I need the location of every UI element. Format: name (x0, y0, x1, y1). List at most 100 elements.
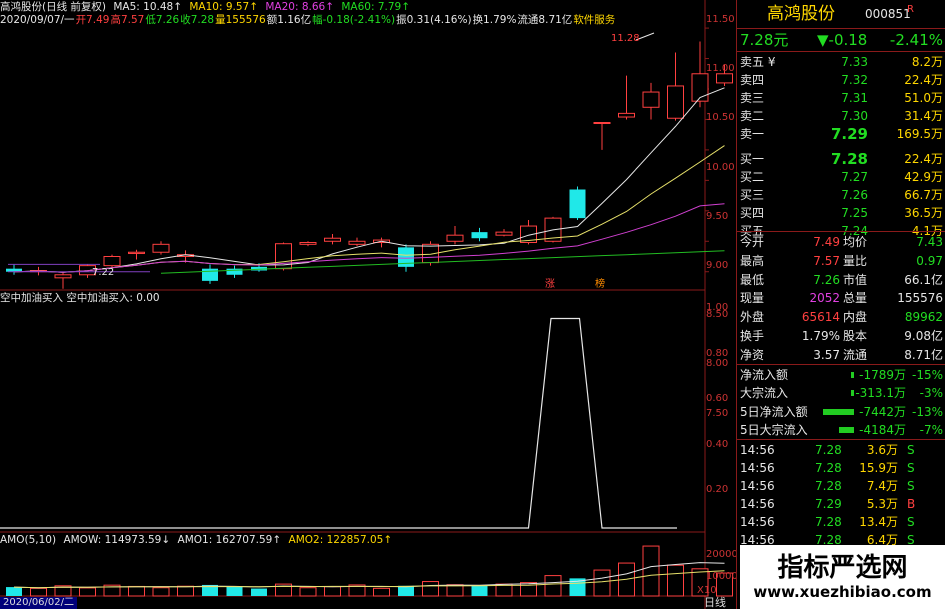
candle-body (299, 241, 317, 245)
volume-bar (324, 586, 341, 597)
order-row[interactable]: 买四 7.25 36.5万 (737, 204, 945, 222)
watermark: 指标严选网 www.xuezhibiao.com (740, 545, 945, 609)
order-row[interactable]: 卖三 7.31 51.0万 (737, 89, 945, 107)
info-turnover: 换1.79% (472, 14, 517, 26)
candle-body (642, 91, 660, 108)
candle-body (593, 122, 611, 124)
tick-row[interactable]: 14:56 7.29 5.3万 B (737, 495, 945, 513)
volume-bar (128, 585, 145, 597)
last-price: 7.28元 (740, 31, 789, 49)
price-tick: 9.50 (706, 210, 729, 222)
volume-bar (544, 575, 562, 597)
indicator-line (0, 317, 677, 529)
info-sector[interactable]: 软件服务 (573, 14, 615, 26)
order-volume: 66.7万 (904, 188, 943, 202)
order-row[interactable]: 买二 7.27 42.9万 (737, 168, 945, 186)
stat-value: 7.26 (813, 272, 840, 287)
candle-body (471, 232, 488, 239)
info-date: 2020/09/07/一 (0, 14, 75, 26)
period-label[interactable]: 日线 (704, 597, 726, 609)
low-annotation: 7.22 (92, 267, 115, 278)
price-tick: 10.50 (706, 112, 735, 124)
volume-bar (177, 585, 194, 597)
order-price: 7.25 (841, 206, 868, 220)
volume-bar (373, 587, 390, 597)
info-amount: 额1.16亿 (266, 14, 312, 26)
kline-chart[interactable]: 高鸿股份(日线 前复权) MA5: 10.48↑ MA10: 9.57↑ MA2… (0, 0, 738, 609)
flow-row: 净流入额 -1789万 -15% (737, 366, 945, 384)
ma10-line (13, 145, 725, 273)
stat-value: 7.43 (916, 235, 943, 249)
stats-row: 今开 7.49 均价 7.43 (737, 233, 945, 251)
stat-label: 总量 (843, 291, 868, 306)
order-label: 买一 (740, 152, 765, 166)
order-volume: 36.5万 (904, 206, 943, 220)
tick-row[interactable]: 14:56 7.28 3.6万 S (737, 441, 945, 459)
order-row[interactable]: 买三 7.26 66.7万 (737, 186, 945, 204)
amow-label: AMOW: 114973.59↓ (63, 534, 171, 546)
stat-value: 1.79% (801, 329, 840, 343)
stats-row: 净资 3.57 流通 8.71亿 (737, 346, 945, 364)
flow-pct: -3% (919, 386, 943, 401)
order-row[interactable]: 卖四 7.32 22.4万 (737, 71, 945, 89)
high-annotation: 11.28 (611, 33, 640, 44)
stat-label: 股本 (843, 329, 868, 343)
order-row[interactable]: 卖一 7.29 169.5万 (737, 125, 945, 143)
zhang-marker: 涨 (545, 279, 555, 290)
price-row: 7.28元 ▼-0.18 -2.41% (737, 30, 945, 50)
flow-label: 净流入额 (740, 368, 789, 382)
candle-body (128, 251, 145, 254)
order-price: 7.30 (841, 109, 868, 123)
tick-price: 7.28 (815, 479, 842, 493)
candle-body (348, 240, 366, 245)
volume-bar (642, 545, 660, 597)
tick-side: S (907, 479, 915, 493)
flow-value: -4184万 (859, 422, 906, 437)
tick-row[interactable]: 14:56 7.28 7.4万 S (737, 477, 945, 495)
tick-side: S (907, 515, 915, 529)
tick-price: 7.28 (815, 515, 842, 529)
stat-label: 最低 (740, 272, 765, 287)
tick-row[interactable]: 14:56 7.28 15.9万 S (737, 459, 945, 477)
tick-row[interactable]: 14:56 7.28 13.4万 S (737, 513, 945, 531)
indicator-label: 空中加油买入 空中加油买入: 0.00 (0, 292, 160, 304)
indicator-tick: 0.80 (706, 347, 729, 359)
order-row[interactable]: 卖二 7.30 31.4万 (737, 107, 945, 125)
stock-badge: R (907, 4, 914, 15)
candle-body (569, 189, 586, 219)
stat-value: 0.97 (916, 253, 943, 268)
flow-bar (851, 372, 854, 378)
tick-price: 7.28 (815, 443, 842, 457)
stat-label: 市值 (843, 272, 868, 287)
indicator-header: 空中加油买入 空中加油买入: 0.00 (0, 291, 164, 305)
x10-label: X10 (697, 585, 717, 596)
order-label: 卖一 (740, 127, 765, 141)
amo-label: AMO(5,10) (0, 534, 57, 546)
amo-ma5-line (13, 562, 725, 589)
order-label: 卖三 (740, 91, 765, 105)
order-label: 买四 (740, 206, 765, 220)
volume-tick: 20000 (706, 549, 738, 560)
order-price: 7.28 (830, 150, 868, 168)
indicator-tick: 0.60 (706, 393, 729, 404)
order-row[interactable]: 卖五 ¥ 7.33 8.2万 (737, 53, 945, 71)
tick-side: S (907, 461, 915, 475)
tick-volume: 3.6万 (866, 443, 898, 457)
order-row[interactable]: 买一 7.28 22.4万 (737, 150, 945, 168)
volume-bar (398, 585, 414, 596)
price-tick: 10.00 (706, 161, 735, 173)
chart-title: 高鸿股份(日线 前复权) (0, 1, 107, 13)
order-volume: 22.4万 (904, 73, 943, 87)
price-tick: 11.50 (706, 14, 735, 25)
stat-label: 外盘 (740, 310, 765, 325)
bang-marker: 榜 (595, 279, 605, 290)
order-volume: 51.0万 (904, 91, 943, 105)
stats-row: 最低 7.26 市值 66.1亿 (737, 271, 945, 289)
candle-body (446, 234, 464, 242)
flow-value: -313.1万 (855, 386, 906, 401)
flow-bar (851, 390, 854, 397)
volume-bar (152, 587, 170, 597)
ma5-line (13, 87, 725, 273)
cursor-date: 2020/06/02/二 (0, 597, 78, 609)
tick-price: 7.28 (815, 461, 842, 475)
